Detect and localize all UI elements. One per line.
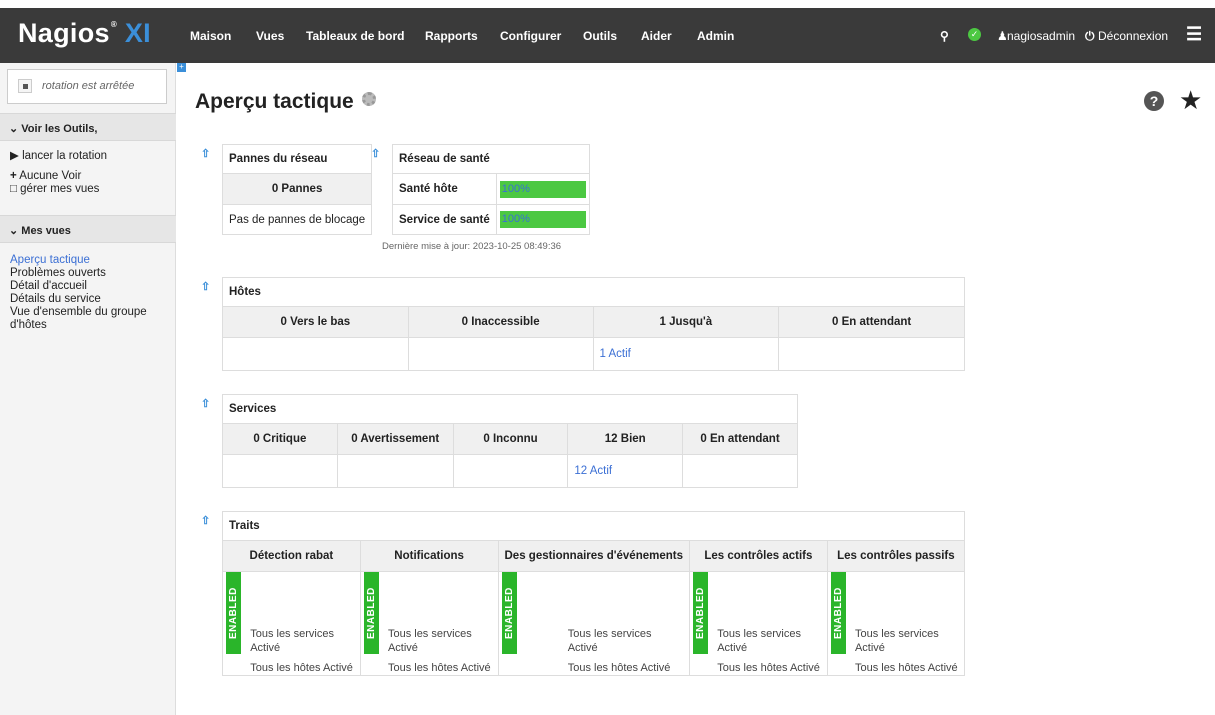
hosts-unreachable-detail	[407, 337, 594, 371]
sidebar-item-service-detail[interactable]: Détails du service	[10, 293, 101, 305]
services-table: Services 0 Critique 0 Avertissement 0 In…	[222, 394, 798, 488]
stop-rotation-icon[interactable]	[18, 79, 32, 93]
hosts-pending[interactable]: 0 En attendant	[778, 306, 965, 338]
hosts-up-active-link[interactable]: 1 Actif	[592, 337, 780, 371]
no-view-link[interactable]: + Aucune Voir	[10, 170, 81, 182]
network-outages-title: Pannes du réseau	[221, 144, 373, 174]
sidebar-item-home-detail[interactable]: Détail d'accueil	[10, 280, 87, 292]
chevron-down-icon: ⌄	[9, 225, 19, 237]
enabled-badge[interactable]: ENABLED	[830, 572, 846, 654]
tools-section-header[interactable]: ⌄ Voir les Outils,	[0, 113, 176, 141]
sidebar: rotation est arrêtée ⌄ Voir les Outils, …	[0, 63, 176, 715]
nav-item-vues[interactable]: Vues	[256, 29, 284, 43]
network-health-table: Réseau de santé Santé hôte 100% Service …	[392, 144, 590, 235]
logout-link[interactable]: Déconnexion	[1098, 29, 1168, 43]
feature-notifications-cell: ENABLED Tous les services Activé Tous les …	[359, 571, 499, 676]
pin-icon[interactable]: ⇧	[201, 515, 211, 527]
feature-passive-checks-cell: ENABLED Tous les services Activé Tous les …	[826, 571, 966, 676]
features-table: Traits Détection rabat Notifications Des…	[222, 511, 966, 676]
services-ok[interactable]: 12 Bien	[567, 423, 684, 455]
feature-event-handlers-cell: ENABLED Tous les services Activé Tous les …	[497, 571, 690, 676]
feature-notifications-header: Notifications	[359, 540, 499, 572]
pin-icon[interactable]: ⇧	[201, 148, 211, 160]
services-warning[interactable]: 0 Avertissement	[336, 423, 454, 455]
host-health-bar[interactable]: 100%	[499, 180, 586, 198]
manage-views-link[interactable]: □ gérer mes vues	[10, 183, 99, 195]
start-rotation-link[interactable]: ▶ lancer la rotation	[10, 148, 107, 162]
services-unknown[interactable]: 0 Inconnu	[452, 423, 569, 455]
enabled-badge[interactable]: ENABLED	[501, 572, 517, 654]
feature-event-handlers-header: Des gestionnaires d'événements	[497, 540, 690, 572]
service-health-label: Service de santé	[392, 204, 497, 235]
hosts-down-detail	[222, 337, 409, 371]
rotation-status-box: rotation est arrêtée	[7, 69, 167, 104]
feature-passive-checks-header: Les contrôles passifs	[826, 540, 966, 572]
services-ok-active-link[interactable]: 12 Actif	[567, 454, 684, 488]
host-health-label: Santé hôte	[392, 173, 497, 205]
feature-active-checks-header: Les contrôles actifs	[689, 540, 828, 572]
services-pending[interactable]: 0 En attendant	[682, 423, 798, 455]
nagios-logo[interactable]: Nagios® XI	[18, 18, 151, 49]
services-critical-detail	[222, 454, 338, 488]
features-title: Traits	[222, 511, 965, 541]
my-views-section-header[interactable]: ⌄ Mes vues	[0, 215, 176, 243]
services-warning-detail	[336, 454, 454, 488]
nav-item-rapports[interactable]: Rapports	[425, 29, 478, 43]
pin-icon[interactable]: ⇧	[371, 148, 381, 160]
hosts-up[interactable]: 1 Jusqu'à	[592, 306, 780, 338]
nav-item-admin[interactable]: Admin	[697, 29, 734, 43]
services-pending-detail	[682, 454, 798, 488]
hamburger-menu-icon[interactable]: ☰	[1186, 24, 1202, 45]
hosts-table: Hôtes 0 Vers le bas 0 Inaccessible 1 Jus…	[222, 277, 965, 371]
nav-item-maison[interactable]: Maison	[190, 29, 231, 43]
plus-icon: +	[10, 170, 17, 182]
nav-item-tableaux-de-bord[interactable]: Tableaux de bord	[306, 29, 404, 43]
pin-icon[interactable]: ⇧	[201, 281, 211, 293]
last-updated-timestamp: Dernière mise à jour: 2023-10-25 08:49:3…	[382, 241, 562, 252]
pin-icon[interactable]: ⇧	[201, 398, 211, 410]
enabled-badge[interactable]: ENABLED	[693, 572, 708, 654]
chevron-down-icon: ⌄	[9, 123, 19, 135]
enabled-badge[interactable]: ENABLED	[226, 572, 241, 654]
hosts-title: Hôtes	[222, 277, 965, 307]
network-outages-count[interactable]: 0 Pannes	[221, 173, 373, 205]
page-title: Aperçu tactique	[195, 90, 354, 113]
feature-flap-detection-header: Détection rabat	[222, 540, 361, 572]
network-health-title: Réseau de santé	[392, 144, 590, 174]
services-unknown-detail	[452, 454, 569, 488]
feature-active-checks-cell: ENABLED Tous les services Activé Tous les …	[689, 571, 828, 676]
sidebar-item-hostgroup-overview[interactable]: Vue d'ensemble du groupe	[10, 306, 147, 318]
nav-item-outils[interactable]: Outils	[583, 29, 617, 43]
rotation-status-text: rotation est arrêtée	[42, 80, 135, 92]
sidebar-item-tactical-overview[interactable]: Aperçu tactique	[10, 254, 90, 266]
power-icon: ⏻	[1085, 29, 1095, 43]
hosts-down[interactable]: 0 Vers le bas	[222, 306, 409, 338]
search-icon[interactable]: ⚲	[940, 29, 949, 43]
play-icon: ▶	[10, 150, 19, 162]
hosts-unreachable[interactable]: 0 Inaccessible	[407, 306, 594, 338]
feature-flap-detection-cell: ENABLED Tous les services Activé Tous les …	[222, 571, 361, 676]
help-icon[interactable]: ?	[1144, 91, 1164, 111]
services-critical[interactable]: 0 Critique	[222, 423, 338, 455]
sidebar-item-hostgroup-overview-cont[interactable]: d'hôtes	[10, 319, 47, 331]
star-icon[interactable]: ★	[1179, 85, 1202, 116]
hosts-pending-detail	[778, 337, 965, 371]
nav-item-configurer[interactable]: Configurer	[500, 29, 561, 43]
enabled-badge[interactable]: ENABLED	[363, 572, 379, 654]
sidebar-toggle-icon[interactable]: +	[177, 63, 186, 72]
service-health-bar[interactable]: 100%	[499, 211, 586, 228]
sidebar-item-open-problems[interactable]: Problèmes ouverts	[10, 267, 106, 279]
user-name-link[interactable]: nagiosadmin	[1007, 29, 1075, 43]
network-outages-note: Pas de pannes de blocage	[221, 204, 373, 235]
top-navigation-bar: Nagios® XI Maison Vues Tableaux de bord …	[0, 8, 1215, 63]
gear-icon[interactable]	[362, 92, 376, 106]
nav-item-aider[interactable]: Aider	[641, 29, 672, 43]
monitor-icon: □	[10, 183, 17, 195]
network-outages-table: Pannes du réseau 0 Pannes Pas de pannes …	[221, 144, 373, 235]
status-ok-icon[interactable]: ✓	[968, 28, 981, 41]
services-title: Services	[222, 394, 798, 424]
